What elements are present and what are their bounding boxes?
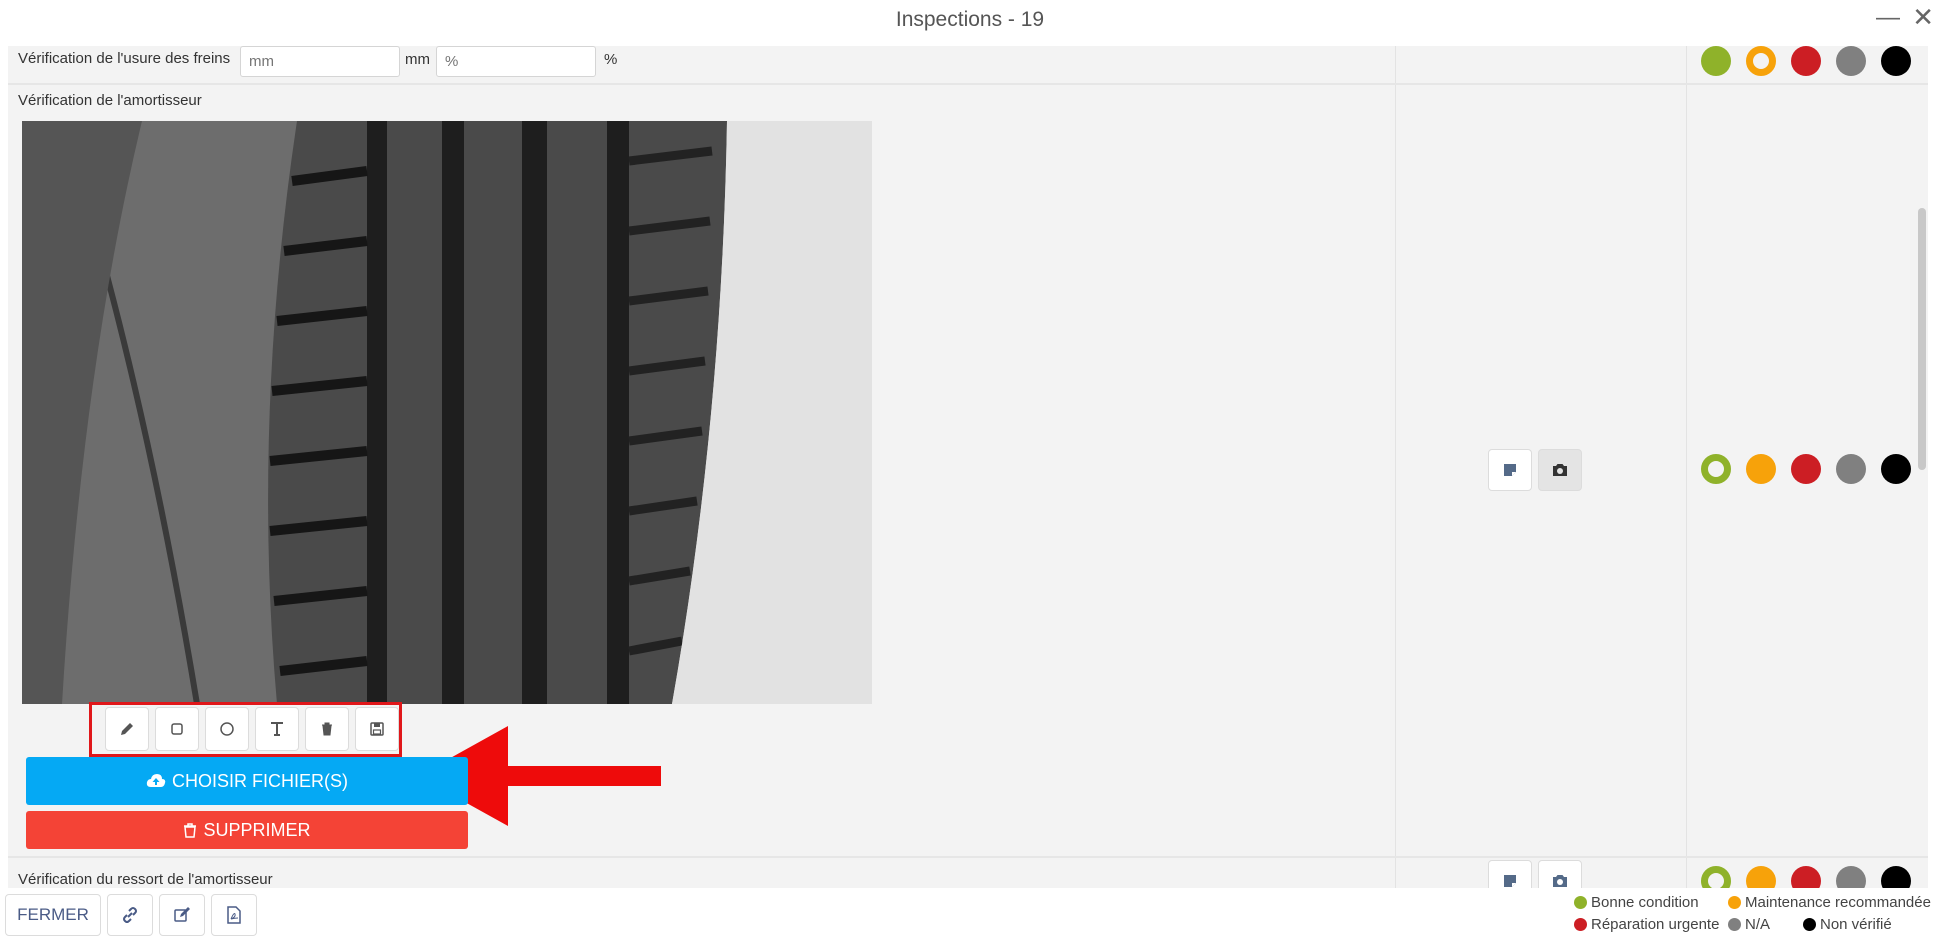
link-icon <box>123 907 137 923</box>
minimize-icon[interactable]: — <box>1876 4 1900 32</box>
status-good-dot[interactable] <box>1701 46 1731 76</box>
row-label: Vérification de l'amortisseur <box>18 92 202 109</box>
legend-label: Non vérifié <box>1820 916 1892 933</box>
square-icon[interactable] <box>155 707 199 751</box>
trash-icon <box>184 822 197 838</box>
note-button[interactable] <box>1488 449 1532 491</box>
legend-label: Bonne condition <box>1591 894 1699 911</box>
camera-button[interactable] <box>1538 449 1582 491</box>
camera-button[interactable] <box>1538 860 1582 888</box>
link-button[interactable] <box>107 894 153 936</box>
delete-label: SUPPRIMER <box>203 819 311 840</box>
status-urgent-dot[interactable] <box>1791 866 1821 888</box>
text-icon[interactable] <box>255 707 299 751</box>
status-unchecked-dot[interactable] <box>1881 46 1911 76</box>
pdf-button[interactable] <box>211 894 257 936</box>
status-maintenance-dot[interactable] <box>1746 454 1776 484</box>
row-label: Vérification du ressort de l'amortisseur <box>18 871 273 888</box>
status-urgent-dot[interactable] <box>1791 46 1821 76</box>
legend-maintenance: Maintenance recommandée <box>1728 894 1931 911</box>
status-good-dot[interactable] <box>1701 866 1731 888</box>
row-divider <box>8 83 1928 85</box>
status-good-dot[interactable] <box>1701 454 1731 484</box>
note-icon <box>1504 875 1516 887</box>
legend-urgent: Réparation urgente <box>1574 916 1719 933</box>
edit-icon <box>174 907 190 922</box>
legend-dot <box>1574 896 1587 909</box>
status-na-dot[interactable] <box>1836 866 1866 888</box>
save-icon[interactable] <box>355 707 399 751</box>
legend-dot <box>1803 918 1816 931</box>
row-label: Vérification de l'usure des freins <box>18 50 231 67</box>
mm-unit: mm <box>405 51 430 68</box>
inspection-list: Vérification de l'usure des freins mm % … <box>8 46 1928 888</box>
delete-button[interactable]: SUPPRIMER <box>26 811 468 849</box>
edit-button[interactable] <box>159 894 205 936</box>
legend-na: N/A <box>1728 916 1770 933</box>
choose-files-label: CHOISIR FICHIER(S) <box>171 770 348 791</box>
window-title: Inspections - 19 <box>895 8 1045 31</box>
legend-label: Maintenance recommandée <box>1745 894 1931 911</box>
tire-photo <box>22 121 872 704</box>
status-maintenance-dot[interactable] <box>1746 46 1776 76</box>
legend-good: Bonne condition <box>1574 894 1699 911</box>
status-unchecked-dot[interactable] <box>1881 866 1911 888</box>
camera-icon <box>1553 464 1567 476</box>
brake-percent-input[interactable] <box>436 46 596 77</box>
choose-files-button[interactable]: CHOISIR FICHIER(S) <box>26 757 468 805</box>
status-maintenance-dot[interactable] <box>1746 866 1776 888</box>
percent-unit: % <box>604 51 618 68</box>
window-titlebar: Inspections - 19 — ✕ <box>0 0 1940 46</box>
circle-icon[interactable] <box>205 707 249 751</box>
pencil-icon[interactable] <box>105 707 149 751</box>
row-divider <box>8 856 1928 858</box>
column-divider <box>1686 46 1687 888</box>
legend-dot <box>1574 918 1587 931</box>
tire-image <box>22 121 872 704</box>
legend-unchecked: Non vérifié <box>1803 916 1892 933</box>
status-na-dot[interactable] <box>1836 46 1866 76</box>
legend-dot <box>1728 918 1741 931</box>
cloud-upload-icon <box>146 774 166 787</box>
column-divider <box>1395 46 1396 888</box>
status-na-dot[interactable] <box>1836 454 1866 484</box>
legend-label: N/A <box>1745 916 1771 933</box>
close-button[interactable]: FERMER <box>5 894 101 936</box>
scrollbar-thumb[interactable] <box>1918 208 1926 470</box>
footer-bar: FERMER Bonne condition Maintenance recom… <box>0 888 1940 941</box>
note-icon <box>1504 464 1516 476</box>
legend-dot <box>1728 896 1741 909</box>
brake-mm-input[interactable] <box>240 46 400 77</box>
pdf-icon <box>227 906 241 924</box>
legend-label: Réparation urgente <box>1591 916 1720 933</box>
close-icon[interactable]: ✕ <box>1912 2 1934 33</box>
trash-icon[interactable] <box>305 707 349 751</box>
status-urgent-dot[interactable] <box>1791 454 1821 484</box>
camera-icon <box>1553 875 1567 887</box>
status-unchecked-dot[interactable] <box>1881 454 1911 484</box>
note-button[interactable] <box>1488 860 1532 888</box>
